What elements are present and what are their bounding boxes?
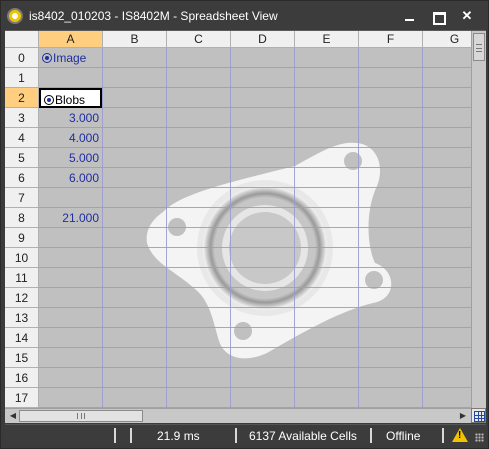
vertical-scrollbar[interactable] xyxy=(471,31,486,408)
grid-line-vertical xyxy=(294,48,295,408)
row-header-6[interactable]: 6 xyxy=(5,168,39,188)
status-bar: 21.9 ms 6137 Available Cells Offline xyxy=(5,424,486,445)
status-separator xyxy=(235,428,237,443)
scroll-left-arrow-icon[interactable]: ◀ xyxy=(7,410,19,422)
grid-icon[interactable] xyxy=(471,408,486,423)
grid-line-horizontal xyxy=(39,307,471,308)
grid-line-horizontal xyxy=(39,187,471,188)
grid-line-horizontal xyxy=(39,367,471,368)
status-separator xyxy=(442,428,444,443)
cell-value: Blobs xyxy=(55,93,86,107)
cell-value: 21.000 xyxy=(62,211,99,225)
status-separator xyxy=(370,428,372,443)
function-icon xyxy=(44,95,54,105)
horizontal-scroll-thumb[interactable] xyxy=(19,410,143,422)
select-all-corner[interactable] xyxy=(5,31,39,48)
row-header-15[interactable]: 15 xyxy=(5,348,39,368)
grid-line-horizontal xyxy=(39,167,471,168)
grid-line-vertical xyxy=(422,48,423,408)
function-icon xyxy=(42,53,52,63)
row-header-12[interactable]: 12 xyxy=(5,288,39,308)
grid-line-horizontal xyxy=(39,247,471,248)
cell-value: Image xyxy=(53,51,87,65)
column-header-b[interactable]: B xyxy=(103,31,167,48)
grid-line-horizontal xyxy=(39,347,471,348)
row-header-3[interactable]: 3 xyxy=(5,108,39,128)
status-timing: 21.9 ms xyxy=(157,429,200,443)
horizontal-scrollbar[interactable]: ◀ ▶ xyxy=(5,408,471,423)
column-header-g[interactable]: G xyxy=(423,31,471,48)
grip-icon xyxy=(77,413,85,419)
grid-line-vertical xyxy=(358,48,359,408)
cell-a0[interactable]: Image xyxy=(39,48,102,68)
row-header-7[interactable]: 7 xyxy=(5,188,39,208)
spreadsheet-window: is8402_010203 - IS8402M - Spreadsheet Vi… xyxy=(0,0,489,449)
warning-icon[interactable] xyxy=(452,428,468,442)
cell-value: 5.000 xyxy=(68,151,99,165)
row-header-5[interactable]: 5 xyxy=(5,148,39,168)
column-header-d[interactable]: D xyxy=(231,31,295,48)
cell-value: 6.000 xyxy=(68,171,99,185)
row-header-8[interactable]: 8 xyxy=(5,208,39,228)
row-header-0[interactable]: 0 xyxy=(5,48,39,68)
grid-line-horizontal xyxy=(39,227,471,228)
camera-app-icon[interactable] xyxy=(7,8,23,24)
row-header-1[interactable]: 1 xyxy=(5,68,39,88)
vertical-scroll-thumb[interactable] xyxy=(473,33,485,61)
row-header-17[interactable]: 17 xyxy=(5,388,39,408)
grid-line-horizontal xyxy=(39,327,471,328)
status-separator xyxy=(114,428,116,443)
cell-value: 3.000 xyxy=(68,111,99,125)
scroll-right-arrow-icon[interactable]: ▶ xyxy=(457,410,469,422)
cell-a4[interactable]: 4.000 xyxy=(39,128,102,148)
cell-a2[interactable]: Blobs xyxy=(39,88,102,108)
grid-line-horizontal xyxy=(39,207,471,208)
column-header-c[interactable]: C xyxy=(167,31,231,48)
row-header-11[interactable]: 11 xyxy=(5,268,39,288)
maximize-button[interactable] xyxy=(427,6,449,26)
grid-line-horizontal xyxy=(39,267,471,268)
grid-line-horizontal xyxy=(39,87,471,88)
grid-line-horizontal xyxy=(39,67,471,68)
grid-line-horizontal xyxy=(39,287,471,288)
row-header-13[interactable]: 13 xyxy=(5,308,39,328)
grid-line-horizontal xyxy=(39,147,471,148)
cell-a6[interactable]: 6.000 xyxy=(39,168,102,188)
row-header-9[interactable]: 9 xyxy=(5,228,39,248)
row-header-4[interactable]: 4 xyxy=(5,128,39,148)
grid-line-vertical xyxy=(230,48,231,408)
row-header-14[interactable]: 14 xyxy=(5,328,39,348)
spreadsheet-grid[interactable]: ABCDEFG 0 1 2 3 4 5 6 7 8 9 10 11 12 13 14 15 16 17 Image… xyxy=(5,31,471,408)
column-header-a[interactable]: A xyxy=(39,31,103,48)
title-bar[interactable]: is8402_010203 - IS8402M - Spreadsheet Vi… xyxy=(1,1,488,31)
column-header-f[interactable]: F xyxy=(359,31,423,48)
cell-a3[interactable]: 3.000 xyxy=(39,108,102,128)
cell-value: 4.000 xyxy=(68,131,99,145)
close-button[interactable]: ✕ xyxy=(456,6,478,26)
column-header-e[interactable]: E xyxy=(295,31,359,48)
row-header-16[interactable]: 16 xyxy=(5,368,39,388)
window-title: is8402_010203 - IS8402M - Spreadsheet Vi… xyxy=(29,9,278,23)
row-header-10[interactable]: 10 xyxy=(5,248,39,268)
status-available-cells: 6137 Available Cells xyxy=(249,429,357,443)
grid-line-horizontal xyxy=(39,127,471,128)
minimize-button[interactable] xyxy=(399,6,421,26)
row-header-2[interactable]: 2 xyxy=(5,88,39,108)
grip-icon xyxy=(476,44,482,52)
grid-line-vertical xyxy=(102,48,103,408)
cell-a8[interactable]: 21.000 xyxy=(39,208,102,228)
grid-line-horizontal xyxy=(39,387,471,388)
grid-line-vertical xyxy=(166,48,167,408)
resize-grip-icon[interactable] xyxy=(475,433,484,442)
grid-line-horizontal xyxy=(39,107,471,108)
status-separator xyxy=(130,428,132,443)
cell-a5[interactable]: 5.000 xyxy=(39,148,102,168)
status-connection: Offline xyxy=(386,429,421,443)
